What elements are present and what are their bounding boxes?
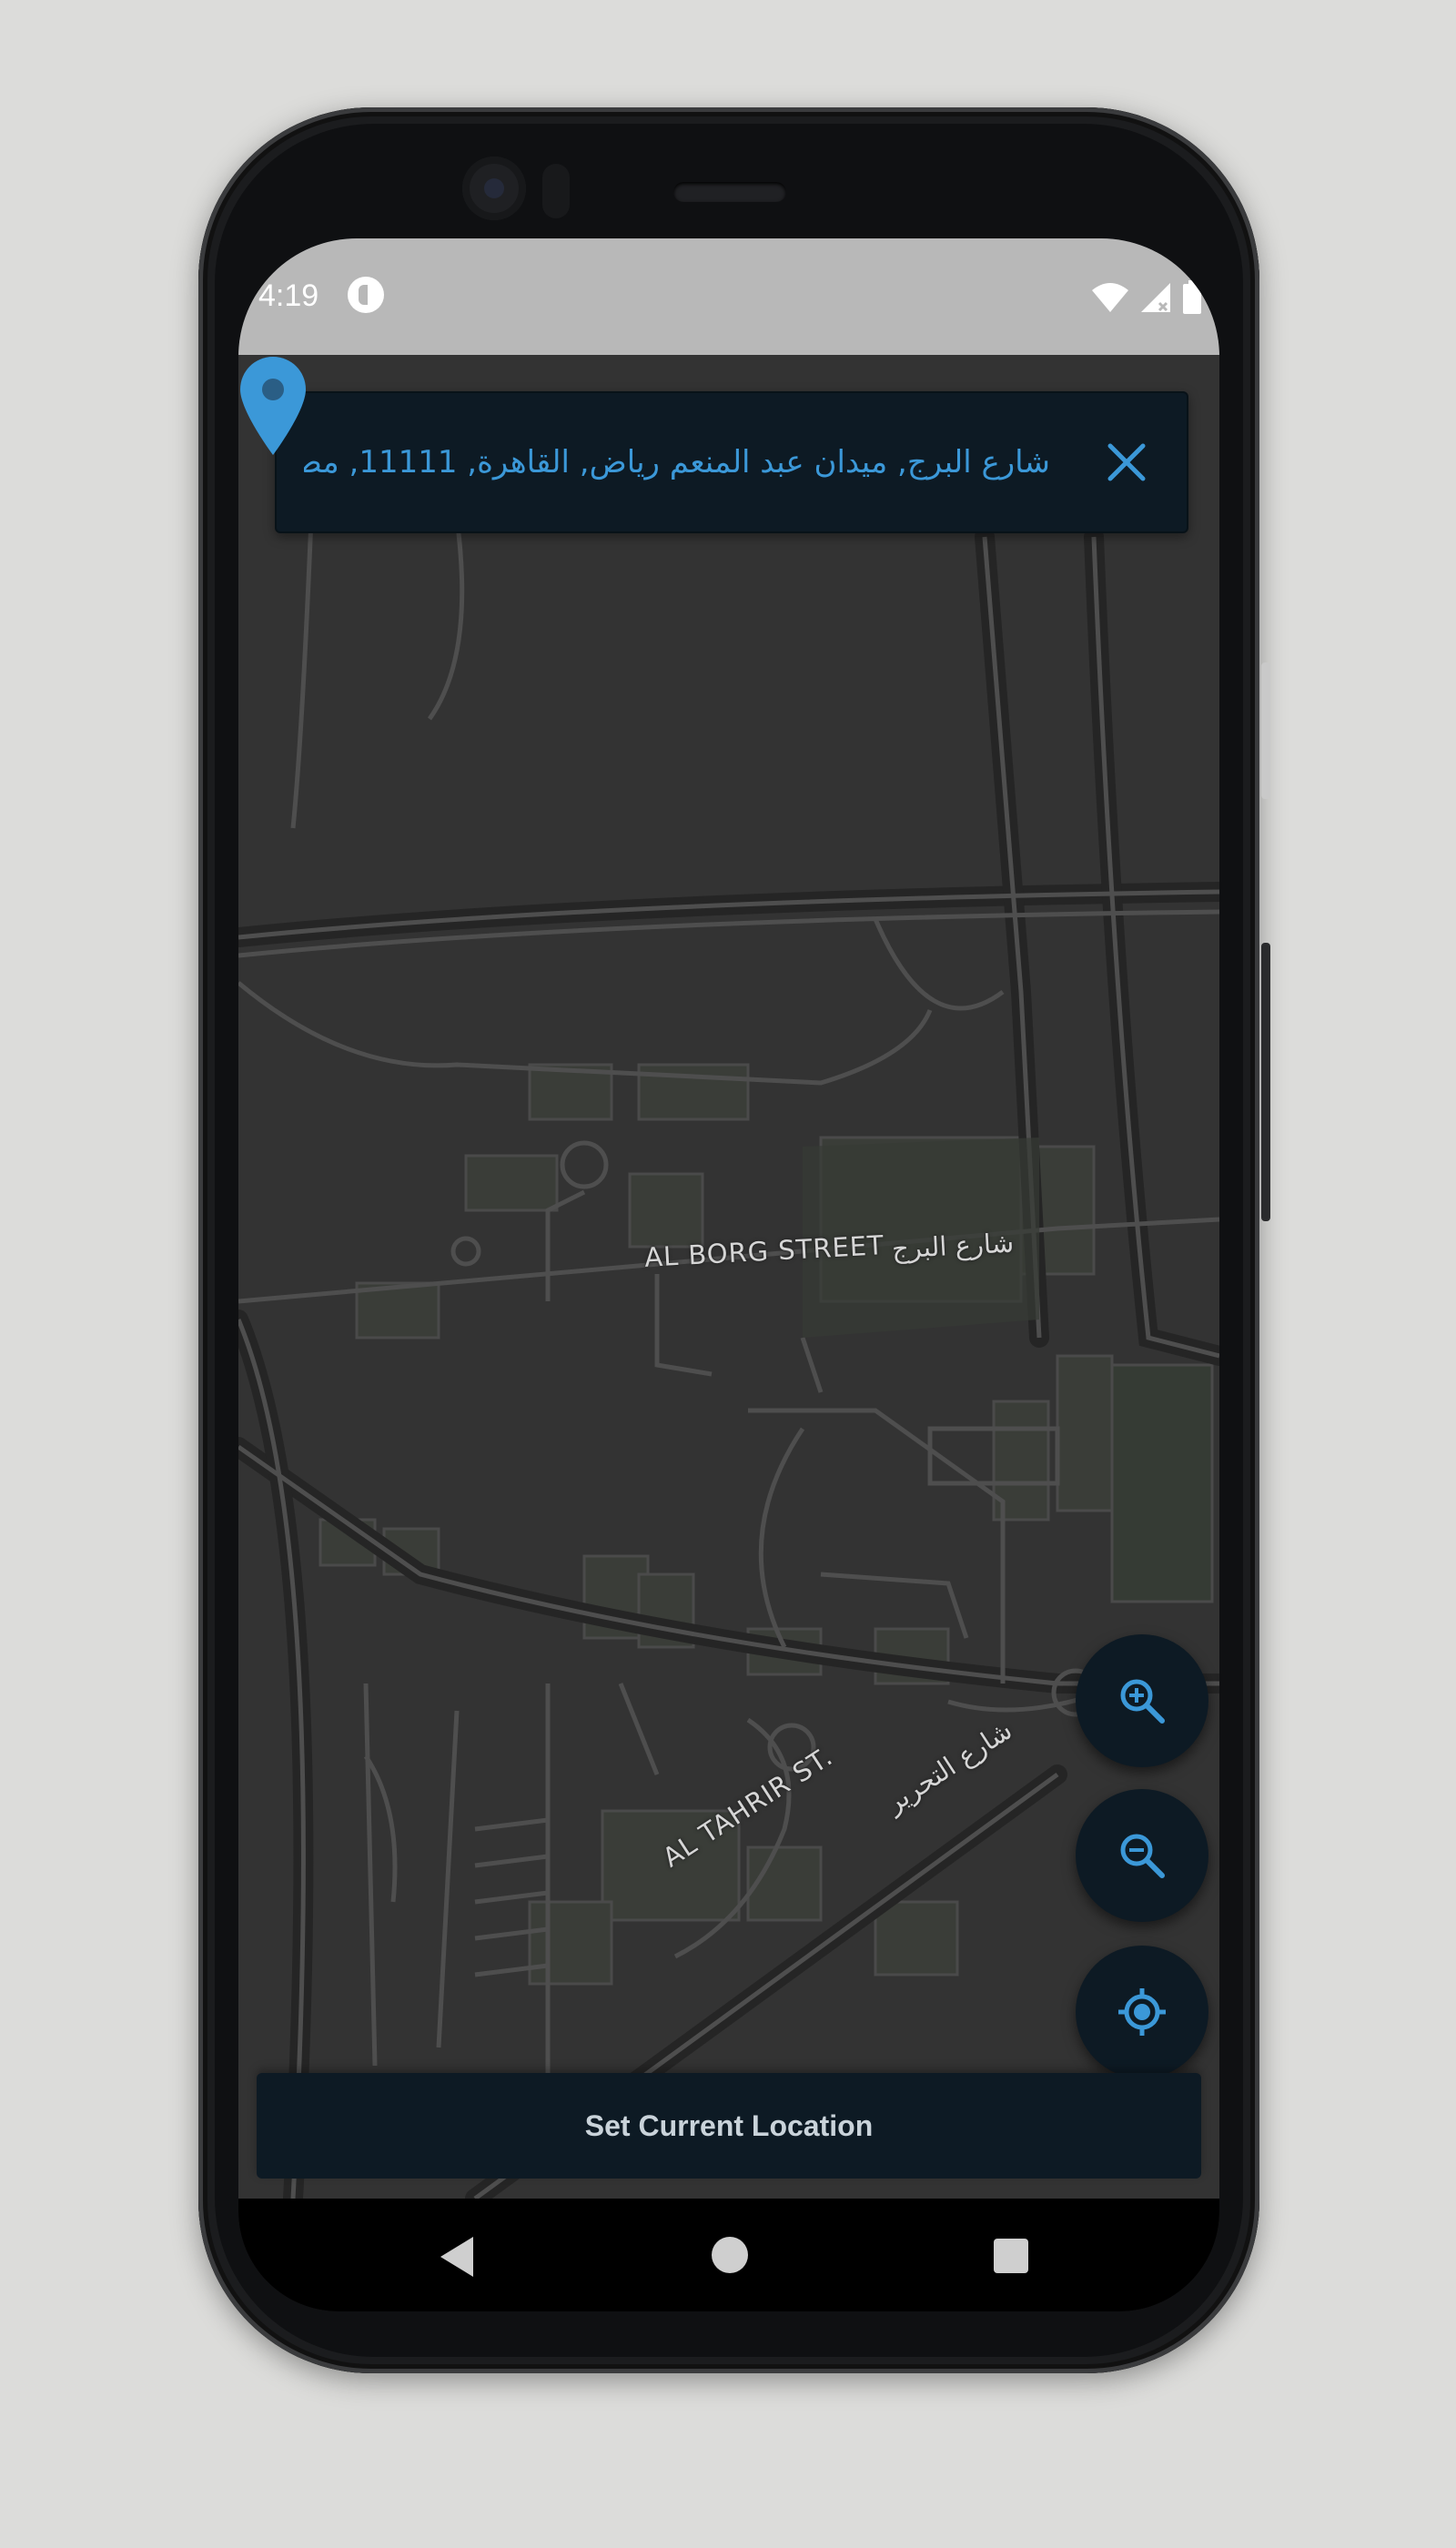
status-bar: 4:19 bbox=[238, 238, 1219, 355]
zoom-out-button[interactable] bbox=[1076, 1789, 1208, 1922]
earpiece-speaker bbox=[673, 182, 786, 202]
status-time: 4:19 bbox=[258, 278, 319, 313]
volume-button bbox=[1261, 943, 1270, 1221]
notification-badge-icon bbox=[348, 277, 384, 313]
zoom-out-icon bbox=[1120, 1834, 1165, 1878]
close-icon[interactable] bbox=[1103, 439, 1150, 486]
signal-icon bbox=[1141, 283, 1170, 312]
power-button bbox=[1261, 662, 1270, 799]
battery-icon bbox=[1183, 280, 1201, 314]
status-icons bbox=[1090, 280, 1203, 315]
my-location-icon bbox=[1118, 1988, 1166, 2036]
address-text[interactable]: شارع البرج, ميدان عبد المنعم رياض, القاه… bbox=[304, 437, 1050, 488]
street-label-al-borg-ar: شارع البرج bbox=[891, 1227, 1015, 1265]
map-canvas[interactable] bbox=[238, 355, 1219, 2199]
front-camera bbox=[462, 157, 526, 220]
navigation-bar bbox=[238, 2199, 1219, 2311]
back-icon[interactable] bbox=[437, 2235, 477, 2279]
my-location-button[interactable] bbox=[1076, 1946, 1208, 2078]
wifi-icon bbox=[1092, 283, 1128, 312]
address-search-bar[interactable]: شارع البرج, ميدان عبد المنعم رياض, القاه… bbox=[275, 391, 1188, 533]
screen: 4:19 AL BORG STREET شارع البرج AL TAHRIR… bbox=[238, 238, 1219, 2311]
zoom-in-icon bbox=[1120, 1679, 1165, 1724]
close-button[interactable] bbox=[1103, 439, 1150, 486]
set-current-location-button[interactable]: Set Current Location bbox=[257, 2073, 1201, 2179]
home-icon[interactable] bbox=[712, 2237, 748, 2273]
proximity-sensor bbox=[542, 164, 570, 218]
map-view[interactable]: AL BORG STREET شارع البرج AL TAHRIR ST. … bbox=[238, 355, 1219, 2199]
recents-icon[interactable] bbox=[994, 2239, 1028, 2273]
zoom-in-button[interactable] bbox=[1076, 1634, 1208, 1767]
location-pin-icon[interactable] bbox=[238, 355, 308, 457]
